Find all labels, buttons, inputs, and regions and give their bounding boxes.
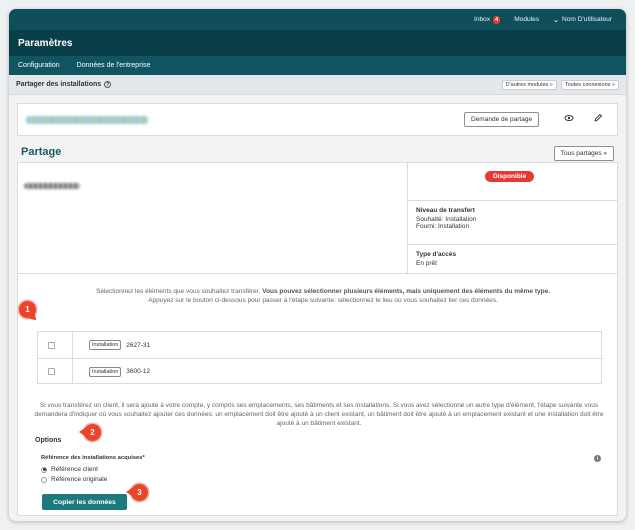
item-checkbox[interactable] (48, 368, 55, 375)
partage-summary: Disponible Niveau de transfert Souhaité:… (18, 163, 618, 274)
user-menu[interactable]: ⌄ Nom D'utilisateur (552, 16, 612, 24)
eye-icon[interactable] (563, 113, 575, 125)
inbox-count-badge: 4 (493, 15, 501, 24)
list-item[interactable]: Installation 3600-12 (38, 358, 603, 384)
radio-label: Référence originale (51, 476, 108, 483)
status-cell: Disponible (408, 163, 618, 201)
nav-configuration[interactable]: Configuration (18, 62, 60, 69)
inbox-label: Inbox (473, 16, 491, 23)
callout-2: 2 (79, 424, 101, 441)
page-title: Paramètres (9, 30, 626, 56)
section-nav: Configuration Données de l'entreprise (9, 56, 626, 75)
subheader-title: Partager des installations ? (16, 81, 112, 88)
request-share-button[interactable]: Demande de partage (464, 112, 540, 127)
nav-company-data[interactable]: Données de l'entreprise (77, 62, 151, 69)
other-modules-button[interactable]: D'autres modules » (501, 79, 557, 90)
help-icon[interactable]: ? (104, 81, 112, 88)
instructions-line2: Appuyez sur le bouton ci-dessous pour pa… (148, 297, 498, 304)
top-bar: Inbox 4 Modules ⌄ Nom D'utilisateur (9, 9, 626, 30)
all-shares-button[interactable]: Tous partages » (553, 146, 614, 161)
info-icon[interactable]: i (594, 455, 601, 462)
list-item[interactable]: Installation 2627-31 (38, 332, 603, 358)
partage-card: Disponible Niveau de transfert Souhaité:… (17, 162, 618, 516)
transfer-level-cell: Niveau de transfert Souhaité: Installati… (408, 201, 618, 245)
callout-number: 2 (90, 428, 95, 437)
callout-tail (126, 488, 132, 496)
instructions-bold: Vous pouvez sélectionner plusieurs éléme… (262, 288, 550, 295)
radio-label: Référence client (51, 466, 98, 473)
callout-tail (79, 428, 85, 436)
sub-header: Partager des installations ? D'autres mo… (9, 75, 626, 95)
status-badge: Disponible (485, 171, 535, 182)
item-label: 2627-31 (126, 341, 151, 349)
chevron-down-icon: ⌄ (552, 16, 560, 24)
transfer-fourni: Fourni: Installation (416, 223, 470, 230)
access-type-cell: Type d'accès En prêt (408, 245, 618, 274)
partner-card: Demande de partage (17, 103, 618, 136)
partage-title: Partage (21, 146, 62, 158)
item-checkbox[interactable] (48, 341, 55, 349)
inbox-link[interactable]: Inbox 4 (473, 15, 501, 24)
radio-reference-originale[interactable]: Référence originale (41, 476, 107, 483)
callout-number: 1 (25, 305, 30, 314)
item-label: 3600-12 (126, 368, 151, 375)
user-name: Nom D'utilisateur (562, 16, 612, 23)
modules-link[interactable]: Modules (514, 16, 539, 23)
radio-dot[interactable] (41, 476, 47, 483)
callout-number: 3 (137, 488, 142, 497)
item-type-tag: Installation (89, 366, 122, 377)
all-connections-button[interactable]: Toutes connexions » (560, 79, 619, 90)
copy-data-button[interactable]: Copier les données (42, 494, 127, 510)
subheader-title-text: Partager des installations (16, 81, 102, 88)
callout-3: 3 (126, 484, 148, 501)
options-title: Options (35, 437, 62, 444)
selection-instructions: Sélectionnez les éléments que vous souha… (38, 287, 608, 305)
radio-dot[interactable] (41, 466, 47, 473)
items-list: Installation 2627-31 Installation 3600-1… (37, 331, 603, 384)
access-type-label: Type d'accès (416, 251, 457, 258)
partage-name-cell (18, 163, 408, 274)
reference-label: Référence des installations acquises* (41, 455, 145, 461)
instructions-plain: Sélectionnez les éléments que vous souha… (96, 288, 263, 295)
modules-label: Modules (514, 16, 540, 23)
transfer-note: Si vous transférez un client, il sera aj… (34, 402, 604, 427)
callout-1: 1 (19, 301, 39, 323)
partage-name-blurred (24, 183, 80, 189)
access-type-value: En prêt (416, 260, 437, 267)
app-window: Inbox 4 Modules ⌄ Nom D'utilisateur Para… (9, 9, 626, 521)
radio-reference-client[interactable]: Référence client (41, 466, 98, 473)
item-type-tag: Installation (89, 340, 122, 350)
transfer-level-label: Niveau de transfert (416, 207, 475, 214)
transfer-souhaite: Souhaité: Installation (416, 216, 477, 223)
edit-pencil-icon[interactable] (592, 113, 604, 125)
partner-name-blurred (26, 116, 148, 124)
